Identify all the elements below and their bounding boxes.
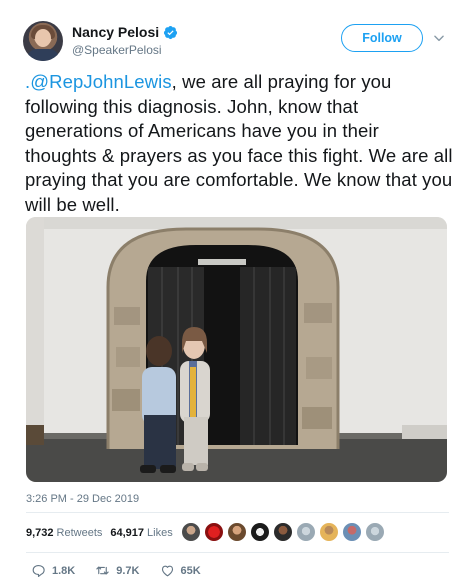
reply-icon	[32, 564, 45, 577]
heart-icon	[161, 565, 173, 577]
divider	[26, 552, 449, 553]
liker-avatar[interactable]	[250, 522, 270, 542]
follow-button[interactable]: Follow	[341, 24, 423, 52]
liker-avatar[interactable]	[181, 522, 201, 542]
liker-avatar[interactable]	[365, 522, 385, 542]
chevron-down-icon[interactable]	[432, 31, 446, 45]
timestamp[interactable]: 3:26 PM - 29 Dec 2019	[26, 493, 139, 505]
liker-avatar[interactable]	[273, 522, 293, 542]
divider	[26, 512, 449, 513]
retweet-button[interactable]: 9.7K	[95, 563, 140, 578]
tweet-body: , we are all praying for you following t…	[25, 71, 453, 215]
reply-button[interactable]: 1.8K	[31, 563, 75, 578]
likes-count: 64,917	[110, 527, 145, 539]
liker-avatar[interactable]	[319, 522, 339, 542]
mention-link[interactable]: .@RepJohnLewis	[25, 71, 172, 92]
likes-label: Likes	[147, 527, 173, 539]
liker-avatar[interactable]	[342, 522, 362, 542]
liker-avatar[interactable]	[296, 522, 316, 542]
liker-avatars	[181, 522, 388, 542]
tweet-text: .@RepJohnLewis, we are all praying for y…	[25, 70, 455, 217]
tweet-header: Nancy Pelosi @SpeakerPelosi Follow	[0, 0, 475, 62]
author-block: Nancy Pelosi @SpeakerPelosi	[72, 24, 178, 57]
retweet-icon	[96, 566, 109, 575]
engagement-stats: 9,732 Retweets 64,917 Likes	[26, 523, 181, 543]
retweet-count: 9.7K	[116, 564, 140, 577]
photo-illustration	[26, 217, 447, 482]
like-count: 65K	[180, 564, 201, 577]
like-button[interactable]: 65K	[160, 563, 201, 578]
tweet-actions: 1.8K 9.7K 65K	[31, 563, 221, 578]
tweet-photo[interactable]	[26, 217, 447, 482]
liker-avatar[interactable]	[227, 522, 247, 542]
retweets-label: Retweets	[56, 527, 103, 539]
likes-stat[interactable]: 64,917 Likes	[110, 527, 172, 539]
handle[interactable]: @SpeakerPelosi	[72, 43, 178, 57]
verified-badge-icon	[164, 25, 178, 39]
reply-count: 1.8K	[52, 564, 76, 577]
retweets-stat[interactable]: 9,732 Retweets	[26, 527, 102, 539]
avatar[interactable]	[23, 21, 63, 61]
display-name[interactable]: Nancy Pelosi	[72, 24, 159, 40]
retweets-count: 9,732	[26, 527, 54, 539]
liker-avatar[interactable]	[204, 522, 224, 542]
